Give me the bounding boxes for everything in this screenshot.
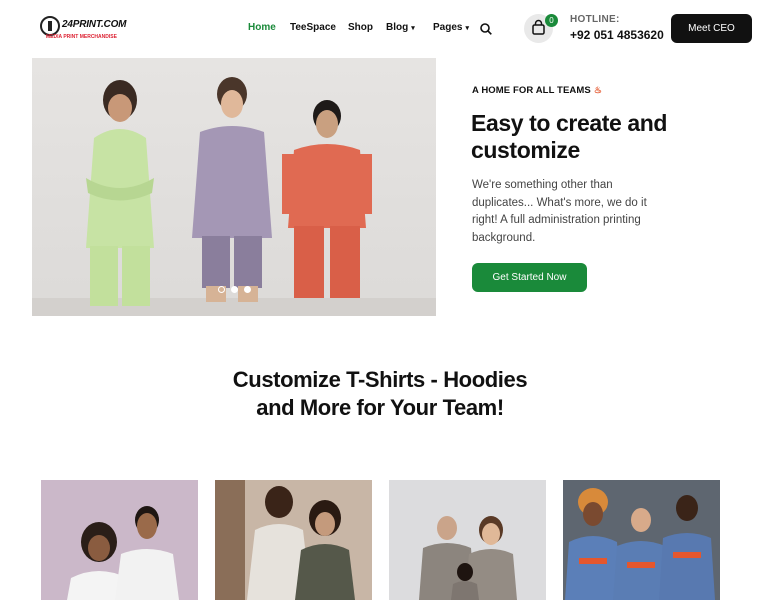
card-image-apron-workshop [215, 480, 372, 600]
slider-dots [218, 286, 251, 293]
chevron-down-icon: ▾ [465, 25, 469, 32]
hero-eyebrow-label: A HOME FOR ALL TEAMS [472, 85, 591, 96]
nav-item-pages-label: Pages [433, 22, 463, 33]
product-card-aprons[interactable] [215, 480, 372, 600]
nav-item-teespace[interactable]: TeeSpace [290, 22, 336, 33]
nav-item-blog-label: Blog [386, 22, 409, 33]
product-card-team-sweatshirts[interactable] [563, 480, 720, 600]
product-card-hoodies[interactable] [389, 480, 546, 600]
product-card-tshirts[interactable] [41, 480, 198, 600]
logo-tagline: MEDIA PRINT MERCHANDISE [46, 34, 117, 40]
hotline-number[interactable]: +92 051 4853620 [570, 28, 664, 42]
card-image-tshirt-couple [41, 480, 198, 600]
nav-item-shop[interactable]: Shop [348, 22, 373, 33]
card-image-hoodie-family [389, 480, 546, 600]
nav-item-home[interactable]: Home [248, 22, 276, 33]
nav-item-blog[interactable]: Blog ▾ [386, 22, 415, 33]
hero-title: Easy to create and customize [471, 110, 668, 163]
slider-dot-3[interactable] [244, 286, 251, 293]
logo-text: 24PRINT.COM [62, 19, 127, 30]
slider-dot-2[interactable] [231, 286, 238, 293]
slider-dot-1[interactable] [218, 286, 225, 293]
search-icon[interactable] [480, 23, 492, 35]
nav-item-pages[interactable]: Pages ▾ [433, 22, 469, 33]
logo-mark-icon [40, 16, 60, 36]
logo[interactable]: 24PRINT.COM MEDIA PRINT MERCHANDISE [40, 15, 126, 43]
cart-count-badge: 0 [545, 14, 558, 27]
hotline-label: HOTLINE: [570, 14, 620, 25]
get-started-button[interactable]: Get Started Now [472, 263, 587, 292]
site-header: 24PRINT.COM MEDIA PRINT MERCHANDISE Home… [0, 0, 760, 58]
chevron-down-icon: ▾ [411, 25, 415, 32]
meet-ceo-button[interactable]: Meet CEO [671, 14, 752, 43]
hero-models-illustration [32, 77, 436, 316]
hero-slider-image[interactable] [32, 58, 436, 316]
section-title: Customize T-Shirts - Hoodies and More fo… [232, 367, 528, 420]
hero-description: We're something other than duplicates...… [472, 179, 647, 244]
fire-icon: ♨ [593, 85, 602, 95]
hero-eyebrow: A HOME FOR ALL TEAMS ♨ [472, 85, 602, 96]
card-image-team-sweatshirts [563, 480, 720, 600]
